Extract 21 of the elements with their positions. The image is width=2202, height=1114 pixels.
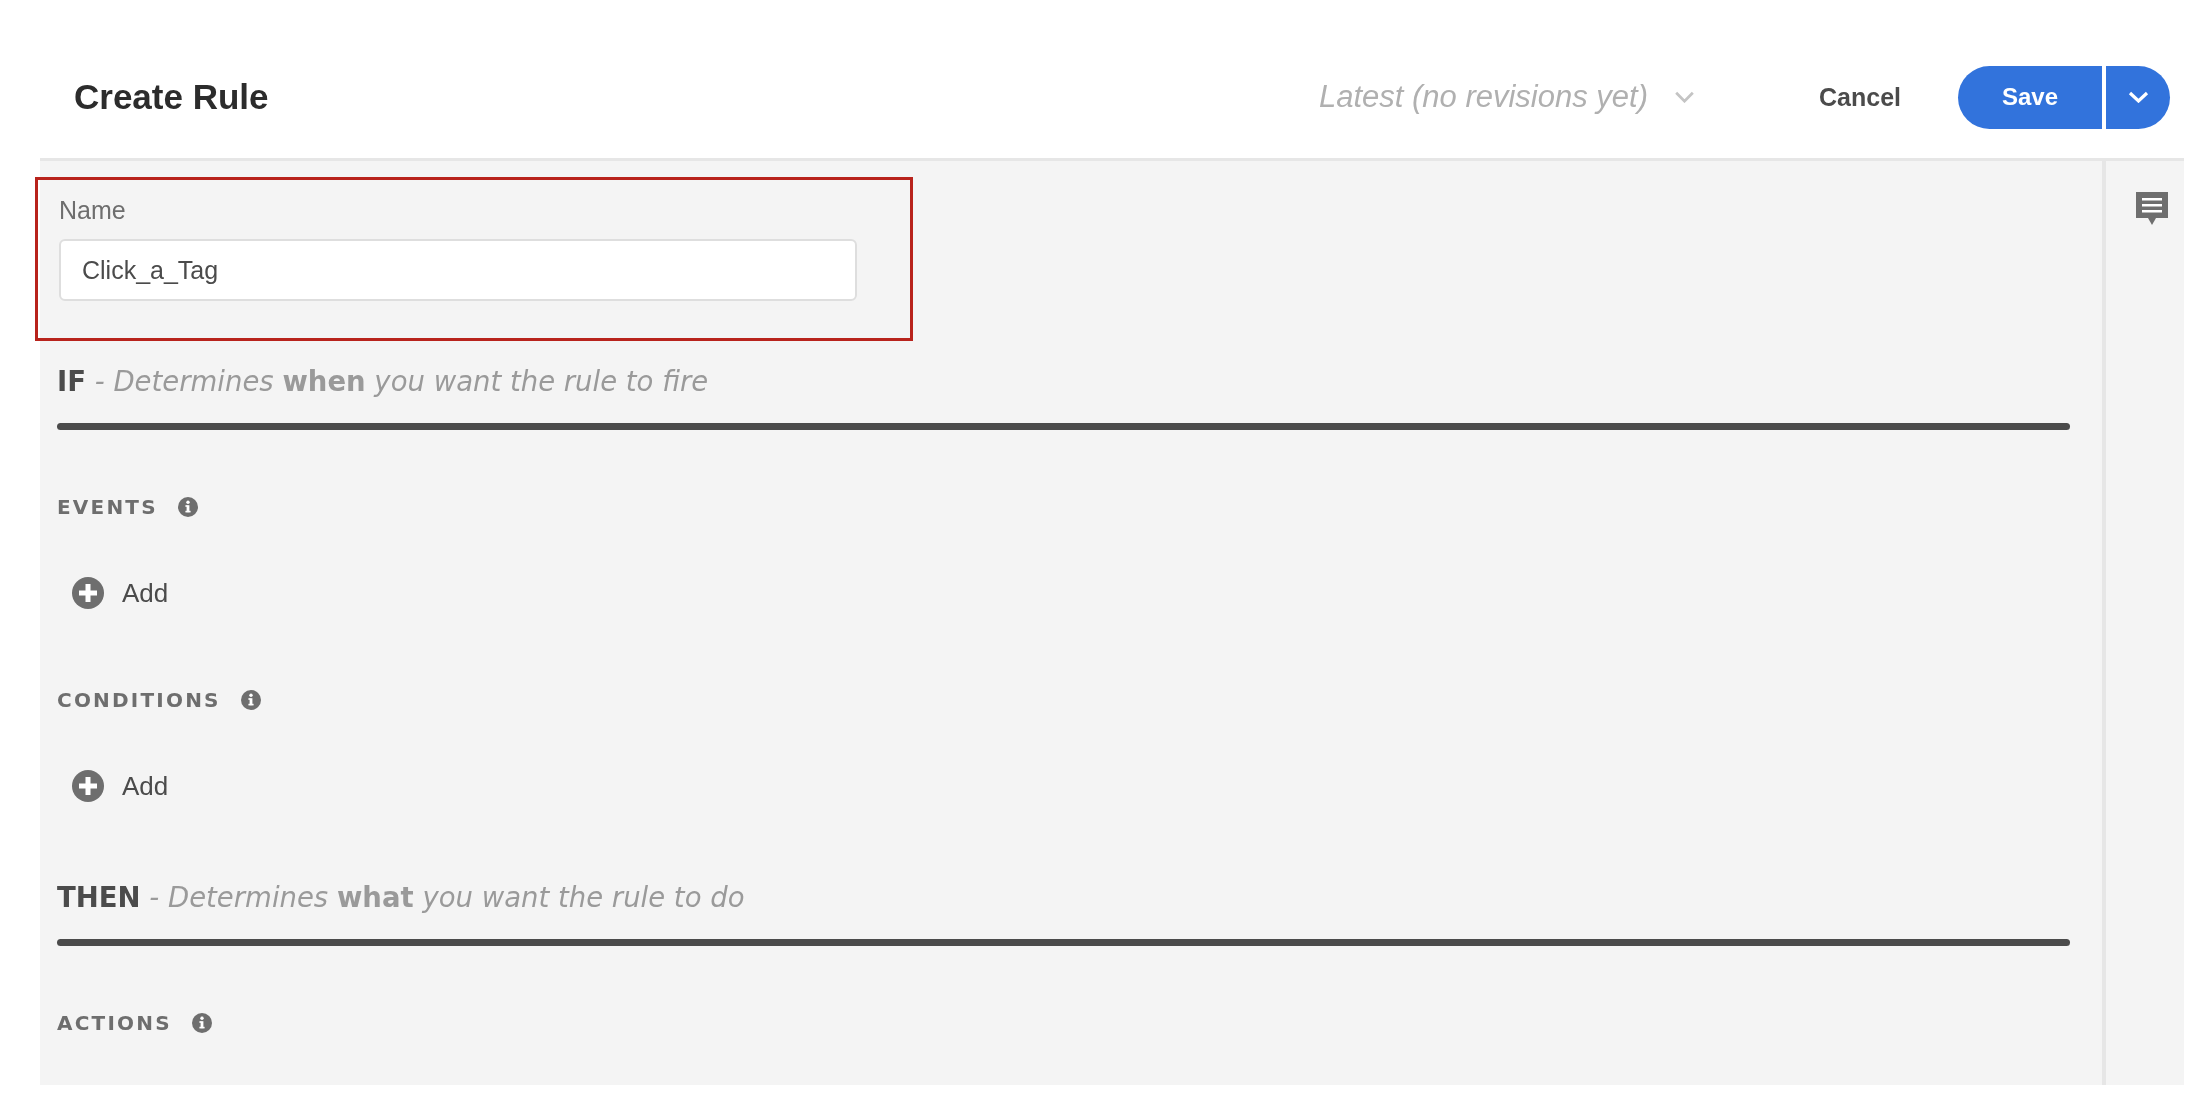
chevron-down-icon: [1674, 91, 1695, 103]
name-input[interactable]: Click_a_Tag: [59, 239, 857, 301]
cancel-button[interactable]: Cancel: [1819, 82, 1901, 112]
group-heading: ACTIONS: [57, 1011, 172, 1035]
section-heading: THEN - Determines what you want the rule to do: [57, 880, 746, 915]
chevron-down-icon: [2127, 91, 2149, 103]
plus-circle-icon: [72, 770, 104, 802]
add-button[interactable]: Add: [72, 768, 169, 804]
info-icon[interactable]: [191, 1013, 212, 1033]
section-heading: IF - Determines when you want the rule to fire: [57, 364, 710, 399]
info-icon[interactable]: [177, 497, 198, 517]
group-heading: CONDITIONS: [57, 688, 221, 712]
plus-circle-icon: [72, 577, 104, 609]
page-title: Create Rule: [74, 77, 269, 117]
name-label: Name: [59, 197, 127, 224]
save-button[interactable]: Save: [1958, 65, 2102, 129]
add-button[interactable]: Add: [72, 575, 169, 611]
comment-icon[interactable]: [2136, 192, 2168, 225]
group-heading: EVENTS: [57, 495, 158, 519]
save-menu-button[interactable]: [2106, 65, 2170, 129]
info-icon[interactable]: [240, 690, 261, 710]
